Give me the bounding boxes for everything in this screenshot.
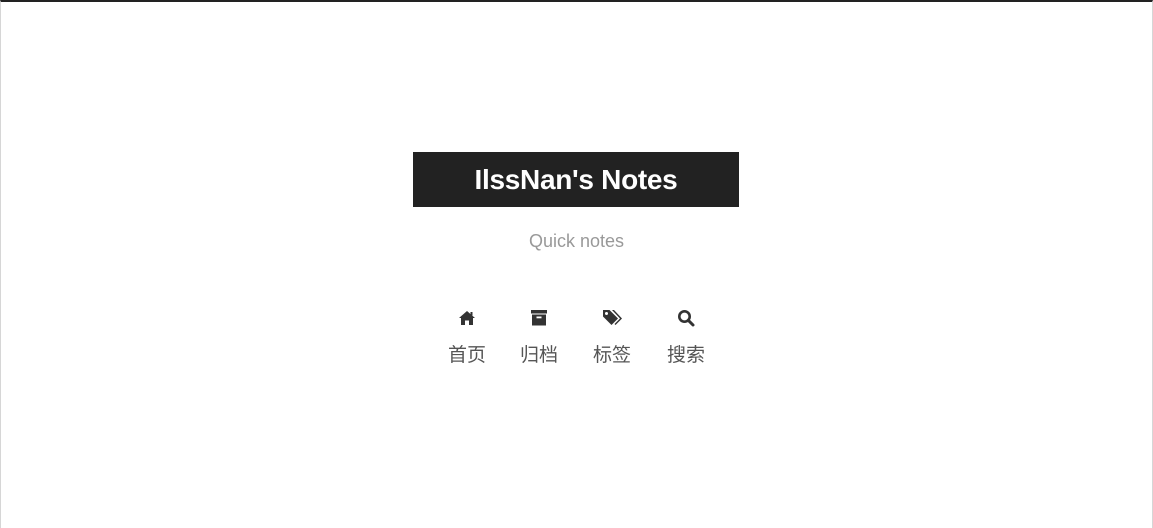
menu-item-home[interactable]: 首页 <box>437 305 497 373</box>
menu-item-label: 标签 <box>592 344 631 366</box>
tags-icon <box>601 307 623 329</box>
site-title[interactable]: IlssNan's Notes <box>475 165 678 194</box>
menu-item-search[interactable]: 搜索 <box>656 305 716 373</box>
menu-item-label: 搜索 <box>666 344 705 366</box>
archive-icon <box>528 307 550 329</box>
site-brand[interactable]: IlssNan's Notes <box>413 152 739 207</box>
menu-item-archives[interactable]: 归档 <box>509 305 569 373</box>
menu-item-tags[interactable]: 标签 <box>582 305 642 373</box>
home-icon <box>456 307 478 329</box>
site-nav-menu: 首页 归档 标签 搜索 <box>440 305 714 375</box>
menu-item-label: 首页 <box>447 344 486 366</box>
search-icon <box>675 307 697 329</box>
site-subtitle: Quick notes <box>528 231 625 251</box>
site-header: IlssNan's Notes Quick notes 首页 归档 标签 搜索 <box>0 0 1153 528</box>
menu-item-label: 归档 <box>519 344 558 366</box>
